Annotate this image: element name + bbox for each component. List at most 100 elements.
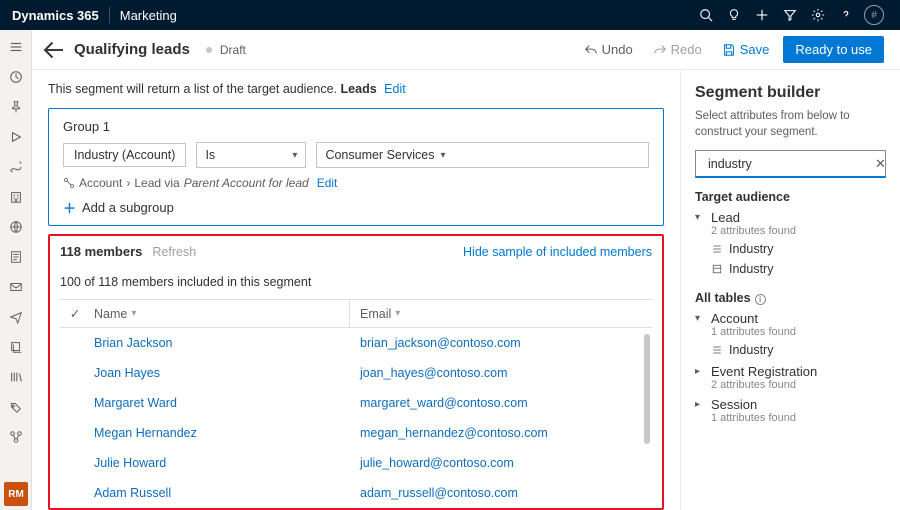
tags-icon[interactable] [0, 396, 32, 418]
intro-text: This segment will return a list of the t… [48, 82, 664, 96]
building-icon[interactable] [0, 186, 32, 208]
hide-sample-link[interactable]: Hide sample of included members [463, 245, 652, 259]
lightbulb-icon[interactable] [720, 1, 748, 29]
list-icon [711, 344, 723, 356]
operator-select[interactable]: Is▾ [196, 142, 306, 168]
search-icon[interactable] [692, 1, 720, 29]
member-email-link[interactable]: megan_hernandez@contoso.com [360, 426, 548, 440]
help-icon[interactable] [832, 1, 860, 29]
clear-search-icon[interactable]: ✕ [875, 156, 886, 172]
user-avatar[interactable]: # [860, 1, 888, 29]
top-nav: Dynamics 365 Marketing # [0, 0, 900, 30]
chevron-down-icon: ▾ [131, 308, 136, 319]
select-all-checkbox[interactable]: ✓ [60, 306, 90, 321]
intro-edit-link[interactable]: Edit [384, 82, 406, 96]
library-icon[interactable] [0, 366, 32, 388]
tree-node-account[interactable]: ▾Account [695, 307, 886, 326]
value-select[interactable]: Consumer Services▾ [316, 142, 649, 168]
member-email-link[interactable]: adam_russell@contoso.com [360, 486, 518, 500]
send-icon[interactable] [0, 306, 32, 328]
attribute-search-input[interactable] [708, 157, 869, 171]
table-header: ✓ Name▾ Email▾ [60, 300, 652, 328]
filter-icon[interactable] [776, 1, 804, 29]
pane-subtitle: Select attributes from below to construc… [695, 108, 886, 140]
tree-leaf-industry[interactable]: Industry [695, 239, 886, 259]
left-rail: RM [0, 30, 32, 510]
tree-sublabel: 1 attributes found [695, 326, 886, 338]
table-row: Megan Hernandez megan_hernandez@contoso.c… [60, 418, 652, 448]
hamburger-icon[interactable] [0, 36, 32, 58]
member-name-link[interactable]: Julie Howard [94, 456, 166, 470]
section-all-tables: All tablesi [695, 291, 886, 305]
attribute-search[interactable]: ✕ [695, 150, 886, 178]
member-email-link[interactable]: joan_hayes@contoso.com [360, 366, 508, 380]
chevron-down-icon: ▾ [292, 150, 297, 161]
member-name-link[interactable]: Megan Hernandez [94, 426, 197, 440]
table-row: Julie Howard julie_howard@contoso.com [60, 448, 652, 478]
nav-divider [109, 7, 110, 23]
segment-designer: This segment will return a list of the t… [32, 70, 680, 510]
member-email-link[interactable]: brian_jackson@contoso.com [360, 336, 521, 350]
command-bar: Qualifying leads Draft Undo Redo Save Re… [32, 30, 900, 70]
recent-icon[interactable] [0, 66, 32, 88]
member-name-link[interactable]: Adam Russell [94, 486, 171, 500]
main-area: Qualifying leads Draft Undo Redo Save Re… [32, 30, 900, 510]
chevron-right-icon: ▸ [695, 366, 705, 377]
member-email-link[interactable]: margaret_ward@contoso.com [360, 396, 528, 410]
undo-button[interactable]: Undo [578, 42, 639, 57]
area-switcher[interactable]: RM [4, 482, 28, 506]
play-icon[interactable] [0, 126, 32, 148]
member-name-link[interactable]: Margaret Ward [94, 396, 177, 410]
path-icon [63, 177, 75, 189]
column-email[interactable]: Email▾ [350, 307, 652, 321]
member-name-link[interactable]: Brian Jackson [94, 336, 173, 350]
condition-row: Industry (Account) Is▾ Consumer Services… [63, 142, 649, 168]
attribute-chip[interactable]: Industry (Account) [63, 143, 186, 167]
tree-node-lead[interactable]: ▾Lead [695, 206, 886, 225]
members-subtitle: 100 of 118 members included in this segm… [60, 275, 652, 289]
redo-button: Redo [647, 42, 708, 57]
forms-icon[interactable] [0, 246, 32, 268]
chevron-right-icon: ▸ [695, 399, 705, 410]
member-email-link[interactable]: julie_howard@contoso.com [360, 456, 514, 470]
tree-leaf-industry[interactable]: Industry [695, 259, 886, 279]
table-row: Adam Russell adam_russell@contoso.com [60, 478, 652, 508]
stack-icon[interactable] [0, 336, 32, 358]
tree-node-session[interactable]: ▸Session [695, 393, 886, 412]
tree-leaf-industry[interactable]: Industry [695, 340, 886, 360]
tree-node-event-registration[interactable]: ▸Event Registration [695, 360, 886, 379]
table-row: Brian Jackson brian_jackson@contoso.com [60, 328, 652, 358]
nodes-icon[interactable] [0, 426, 32, 448]
group-title: Group 1 [63, 119, 649, 134]
pane-title: Segment builder [695, 84, 886, 102]
column-name[interactable]: Name▾ [90, 300, 350, 327]
journeys-icon[interactable] [0, 156, 32, 178]
save-button[interactable]: Save [716, 42, 776, 57]
mail-icon[interactable] [0, 276, 32, 298]
add-subgroup-button[interactable]: ＋ Add a subgroup [63, 198, 649, 217]
chevron-down-icon: ▾ [695, 212, 705, 223]
section-target-audience: Target audience [695, 190, 886, 204]
settings-icon[interactable] [804, 1, 832, 29]
status-dot [206, 47, 212, 53]
brand-label: Dynamics 365 [12, 8, 99, 23]
add-icon[interactable] [748, 1, 776, 29]
pinned-icon[interactable] [0, 96, 32, 118]
chevron-down-icon: ▾ [395, 308, 400, 319]
info-icon[interactable]: i [755, 294, 766, 305]
members-count: 118 members [60, 244, 142, 259]
plus-icon: ＋ [63, 198, 76, 217]
path-edit-link[interactable]: Edit [317, 176, 338, 190]
area-label: Marketing [120, 8, 177, 23]
group-card: Group 1 Industry (Account) Is▾ Consumer … [48, 108, 664, 226]
status-label: Draft [220, 43, 246, 57]
members-panel: 118 members Refresh Hide sample of inclu… [48, 234, 664, 510]
scrollbar-thumb[interactable] [644, 334, 650, 444]
refresh-link[interactable]: Refresh [152, 245, 196, 259]
back-button[interactable] [42, 38, 66, 62]
ready-to-use-button[interactable]: Ready to use [783, 36, 884, 63]
member-name-link[interactable]: Joan Hayes [94, 366, 160, 380]
members-table: ✓ Name▾ Email▾ Brian Jackson brian_jackso… [60, 299, 652, 508]
tree-sublabel: 1 attributes found [695, 412, 886, 424]
globe-icon[interactable] [0, 216, 32, 238]
